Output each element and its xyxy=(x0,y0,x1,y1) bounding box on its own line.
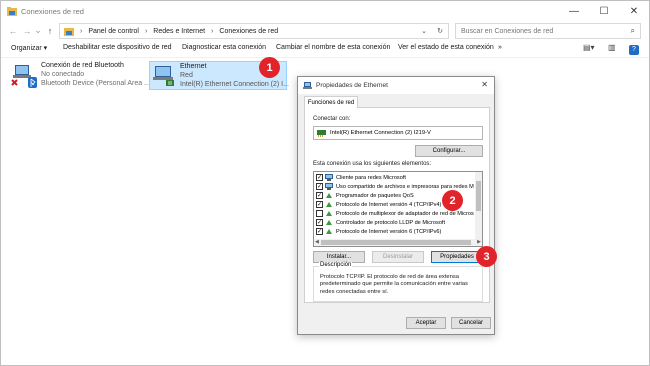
component-label: Protocolo de Internet versión 6 (TCP/IPv… xyxy=(336,228,442,235)
breadcrumb-separator: › xyxy=(144,27,148,35)
adapter-field: Intel(R) Ethernet Connection (2) I219-V xyxy=(313,126,483,140)
qos-component-icon xyxy=(326,193,332,198)
protocol-component-icon xyxy=(326,229,332,234)
search-icon: ⌕ xyxy=(630,26,635,35)
component-checkbox[interactable]: ✓ xyxy=(316,174,323,181)
components-label: Esta conexión usa los siguientes element… xyxy=(313,161,432,167)
list-item[interactable]: ✓ Controlador de protocolo LLDP de Micro… xyxy=(316,218,445,227)
description-label: Descripción xyxy=(319,262,353,268)
recent-chevron-down-icon[interactable]: ⌄ xyxy=(34,24,42,37)
client-component-icon xyxy=(325,174,333,181)
protocol-component-icon xyxy=(326,211,332,216)
step-badge-1: 1 xyxy=(259,57,280,78)
refresh-icon[interactable]: ↻ xyxy=(432,27,448,35)
connection-device: Bluetooth Device (Personal Area ... xyxy=(41,80,150,87)
network-connections-window: Conexiones de red — ☐ ✕ ← → ⌄ ↑ › Panel … xyxy=(0,0,650,366)
breadcrumb-separator: › xyxy=(80,27,83,35)
nic-icon xyxy=(317,129,326,137)
close-button[interactable]: ✕ xyxy=(619,1,649,21)
list-item[interactable]: ✓ Protocolo de Internet versión 4 (TCP/I… xyxy=(316,200,441,209)
connection-bluetooth[interactable]: Conexión de red Bluetooth No conectado B… xyxy=(9,61,150,91)
search-placeholder: Buscar en Conexiones de red xyxy=(461,27,554,35)
breadcrumb-network-connections[interactable]: Conexiones de red xyxy=(219,28,278,35)
back-arrow-icon[interactable]: ← xyxy=(7,24,19,37)
title-bar: Conexiones de red — ☐ ✕ xyxy=(1,1,649,21)
list-vertical-scrollbar[interactable] xyxy=(475,172,482,240)
breadcrumb-control-panel[interactable]: Panel de control xyxy=(88,28,139,35)
dialog-title: Propiedades de Ethernet xyxy=(316,82,388,89)
description-group: Descripción Protocolo TCP/IP. El protoco… xyxy=(313,262,483,302)
address-dropdown-icon[interactable]: ⌄ xyxy=(416,27,432,35)
component-checkbox[interactable] xyxy=(316,210,323,217)
component-checkbox[interactable]: ✓ xyxy=(316,228,323,235)
connection-device: Intel(R) Ethernet Connection (2) I... xyxy=(180,81,289,88)
dialog-title-bar: Propiedades de Ethernet ✕ xyxy=(298,77,494,94)
preview-pane-icon[interactable]: ▥ xyxy=(608,43,616,56)
network-location-icon xyxy=(64,27,74,36)
disable-device-button[interactable]: Deshabilitar este dispositivo de red xyxy=(63,44,172,56)
step-badge-2: 2 xyxy=(442,190,463,211)
scrollbar-thumb[interactable] xyxy=(321,240,471,245)
cancel-button[interactable]: Cancelar xyxy=(451,317,491,329)
diagnose-button[interactable]: Diagnosticar esta conexión xyxy=(182,44,266,56)
scrollbar-thumb[interactable] xyxy=(476,181,481,211)
adapter-name: Intel(R) Ethernet Connection (2) I219-V xyxy=(330,130,431,136)
breadcrumb-network-internet[interactable]: Redes e Internet xyxy=(153,28,205,35)
accept-button[interactable]: Aceptar xyxy=(406,317,446,329)
list-item[interactable]: ✓ Cliente para redes Microsoft xyxy=(316,173,406,182)
view-options-icon[interactable]: ▤▾ xyxy=(583,43,595,56)
component-label: Protocolo de multiplexor de adaptador de… xyxy=(336,210,474,217)
organize-button[interactable]: Organizar ▾ xyxy=(11,44,47,56)
list-item[interactable]: ✓ Programador de paquetes QoS xyxy=(316,191,414,200)
breadcrumb-separator: › xyxy=(211,27,214,35)
dialog-close-icon[interactable]: ✕ xyxy=(481,80,488,89)
connect-using-label: Conectar con: xyxy=(313,116,351,122)
component-checkbox[interactable]: ✓ xyxy=(316,192,323,199)
more-commands-button[interactable]: » xyxy=(498,44,502,56)
list-horizontal-scrollbar[interactable]: ◀ ▶ xyxy=(314,239,482,246)
forward-arrow-icon[interactable]: → xyxy=(21,24,33,37)
list-item[interactable]: ✓ Protocolo de Internet versión 6 (TCP/I… xyxy=(316,227,441,236)
bluetooth-network-icon xyxy=(11,65,37,88)
command-bar: Organizar ▾ Deshabilitar este dispositiv… xyxy=(1,41,649,58)
help-icon[interactable]: ? xyxy=(629,45,639,55)
component-label: Cliente para redes Microsoft xyxy=(336,174,406,181)
component-label: Programador de paquetes QoS xyxy=(336,192,414,199)
protocol-component-icon xyxy=(326,202,332,207)
window-title: Conexiones de red xyxy=(21,6,84,16)
step-badge-3: 3 xyxy=(476,246,497,267)
component-checkbox[interactable]: ✓ xyxy=(316,201,323,208)
component-label: Controlador de protocolo LLDP de Microso… xyxy=(336,219,446,226)
component-checkbox[interactable]: ✓ xyxy=(316,219,323,226)
component-label: Protocolo de Internet versión 4 (TCP/IPv… xyxy=(336,201,442,208)
search-input[interactable]: Buscar en Conexiones de red ⌕ xyxy=(455,23,641,39)
connection-status: Red xyxy=(180,72,193,79)
component-label: Uso compartido de archivos e impresoras … xyxy=(336,183,474,190)
scroll-right-icon[interactable]: ▶ xyxy=(477,239,481,245)
view-status-button[interactable]: Ver el estado de esta conexión xyxy=(398,44,494,56)
network-adapter-icon xyxy=(303,82,312,89)
ethernet-network-icon xyxy=(153,66,174,86)
address-bar[interactable]: › Panel de control › Redes e Internet › … xyxy=(59,23,449,39)
networking-tab-panel: Conectar con: Intel(R) Ethernet Connecti… xyxy=(304,107,490,303)
address-row: ← → ⌄ ↑ › Panel de control › Redes e Int… xyxy=(1,21,649,41)
ethernet-properties-dialog: Propiedades de Ethernet ✕ Funciones de r… xyxy=(297,76,495,335)
connection-name: Ethernet xyxy=(180,63,207,70)
scroll-left-icon[interactable]: ◀ xyxy=(315,239,319,245)
tab-networking[interactable]: Funciones de red xyxy=(304,96,358,108)
minimize-button[interactable]: — xyxy=(559,1,589,21)
configure-button[interactable]: Configurar... xyxy=(415,145,483,157)
up-arrow-icon[interactable]: ↑ xyxy=(44,24,56,37)
rename-button[interactable]: Cambiar el nombre de esta conexión xyxy=(276,44,390,56)
network-folder-icon xyxy=(7,6,17,16)
component-checkbox[interactable]: ✓ xyxy=(316,183,323,190)
connection-status: No conectado xyxy=(41,71,85,78)
file-sharing-component-icon xyxy=(325,183,333,190)
protocol-component-icon xyxy=(326,220,332,225)
uninstall-button[interactable]: Desinstalar xyxy=(372,251,424,263)
description-text: Protocolo TCP/IP. El protocolo de red de… xyxy=(320,274,468,295)
connection-name: Conexión de red Bluetooth xyxy=(41,62,124,69)
maximize-button[interactable]: ☐ xyxy=(589,1,619,21)
